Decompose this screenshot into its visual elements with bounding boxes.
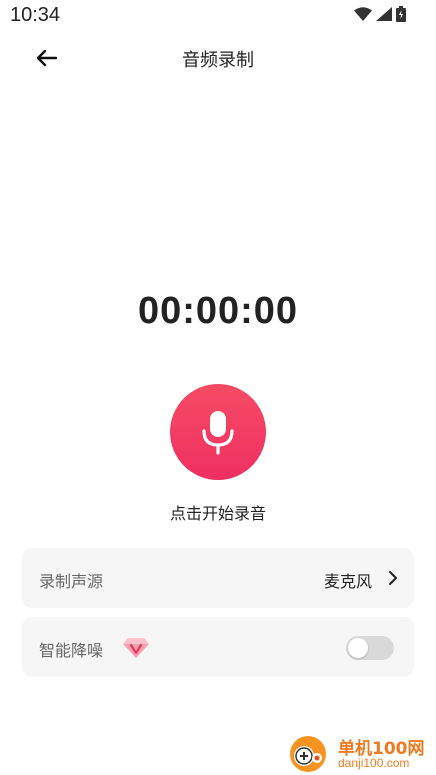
watermark-url: danji100.com [338,756,410,770]
vip-diamond-icon [123,638,149,658]
signal-icon [376,7,392,21]
record-button[interactable] [170,384,266,480]
microphone-icon [202,411,234,455]
record-source-value: 麦克风 [323,572,372,591]
status-time: 10:34 [10,4,61,26]
status-bar: 10:34 [0,0,436,32]
header: 音频录制 [0,36,436,80]
page-title: 音频录制 [182,50,254,71]
noise-reduction-toggle[interactable] [346,636,394,660]
status-icons [354,6,406,22]
noise-reduction-row: 智能降噪 [22,617,414,677]
wifi-icon [354,7,372,21]
toggle-knob [348,638,368,658]
record-hint: 点击开始录音 [169,504,266,523]
watermark: 单机100网 danji100.com [288,732,436,775]
noise-reduction-label: 智能降噪 [39,641,104,660]
record-source-row[interactable]: 录制声源 麦克风 [22,548,414,608]
record-source-label: 录制声源 [39,572,104,591]
watermark-logo-icon [290,736,326,772]
battery-icon [396,6,406,22]
recording-timer: 00:00:00 [137,290,299,332]
chevron-right-icon [389,571,397,585]
